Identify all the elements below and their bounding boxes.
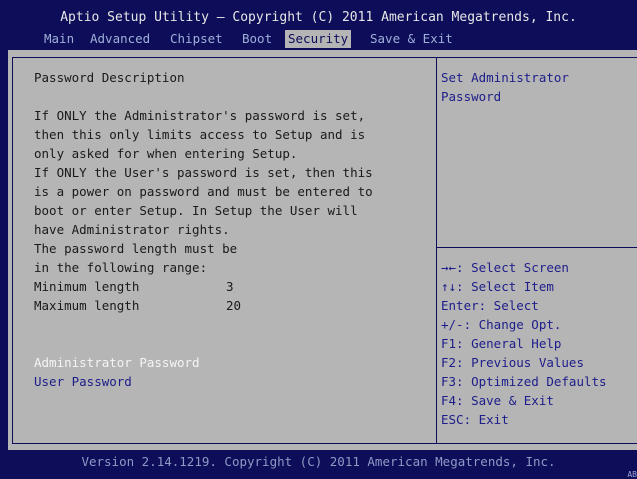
key-hint-select-item: ↑↓: Select Item	[441, 279, 554, 294]
tab-advanced[interactable]: Advanced	[90, 30, 150, 48]
corner-mark: AB	[627, 470, 637, 479]
description-line: If ONLY the Administrator's password is …	[34, 108, 366, 123]
description-heading: Password Description	[34, 70, 185, 85]
footer-bar: Version 2.14.1219. Copyright (C) 2011 Am…	[0, 450, 637, 479]
title-bar: Aptio Setup Utility – Copyright (C) 2011…	[0, 0, 637, 50]
vertical-divider	[436, 58, 437, 444]
description-line: If ONLY the User's password is set, then…	[34, 165, 373, 180]
min-length-value: 3	[226, 279, 234, 294]
tab-main[interactable]: Main	[44, 30, 74, 48]
key-hint-enter: Enter: Select	[441, 298, 539, 313]
max-length-value: 20	[226, 298, 242, 313]
main-panel: Password Description If ONLY the Adminis…	[8, 50, 637, 450]
description-line: boot or enter Setup. In Setup the User w…	[34, 203, 358, 218]
tab-security[interactable]: Security	[285, 30, 352, 48]
key-hint-optimized-defaults: F3: Optimized Defaults	[441, 374, 607, 389]
menu-bar: Main Advanced Chipset Boot Security Save…	[0, 30, 637, 48]
key-hint-select-screen: →←: Select Screen	[441, 260, 569, 275]
version-text: Version 2.14.1219. Copyright (C) 2011 Am…	[81, 454, 556, 469]
help-divider	[437, 247, 637, 248]
key-hint-save-exit: F4: Save & Exit	[441, 393, 554, 408]
key-hint-previous-values: F2: Previous Values	[441, 355, 584, 370]
description-line: have Administrator rights.	[34, 222, 230, 237]
key-hint-esc: ESC: Exit	[441, 412, 509, 427]
description-line: only asked for when entering Setup.	[34, 146, 298, 161]
description-line: The password length must be	[34, 241, 238, 256]
description-line: then this only limits access to Setup an…	[34, 127, 366, 142]
description-line: in the following range:	[34, 260, 208, 275]
min-length-label: Minimum length	[34, 279, 140, 294]
help-text: Set Administrator	[441, 70, 569, 85]
description-line: is a power on password and must be enter…	[34, 184, 373, 199]
tab-save-exit[interactable]: Save & Exit	[370, 30, 453, 48]
app-title: Aptio Setup Utility – Copyright (C) 2011…	[60, 10, 577, 25]
key-hint-change-opt: +/-: Change Opt.	[441, 317, 562, 332]
key-hint-general-help: F1: General Help	[441, 336, 562, 351]
administrator-password-item[interactable]: Administrator Password	[34, 353, 200, 372]
max-length-label: Maximum length	[34, 298, 140, 313]
tab-chipset[interactable]: Chipset	[170, 30, 223, 48]
tab-boot[interactable]: Boot	[242, 30, 272, 48]
user-password-item[interactable]: User Password	[34, 372, 132, 391]
help-text: Password	[441, 89, 502, 104]
